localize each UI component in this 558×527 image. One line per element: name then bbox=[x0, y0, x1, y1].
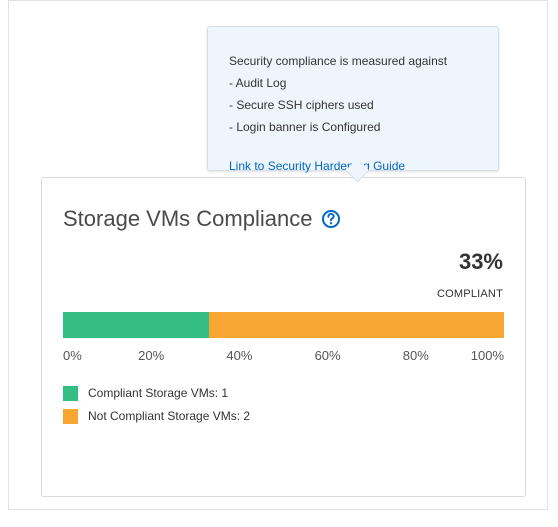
tooltip-text-line: Security compliance is measured against bbox=[229, 54, 448, 68]
legend-label: Not Compliant Storage VMs: 2 bbox=[88, 409, 251, 423]
compliance-percent: 33% bbox=[458, 249, 503, 274]
storage-vms-compliance-card: Storage VMs Compliance 33% COMPLIANT 0% … bbox=[41, 177, 526, 497]
security-compliance-tooltip: Security compliance is measured against … bbox=[207, 26, 499, 183]
compliance-bar bbox=[63, 312, 504, 338]
compliant-bar-segment bbox=[63, 312, 209, 338]
legend-item-compliant: Compliant Storage VMs: 1 bbox=[63, 384, 250, 402]
question-circle-icon[interactable] bbox=[321, 209, 341, 229]
legend: Compliant Storage VMs: 1 Not Compliant S… bbox=[63, 384, 250, 430]
not-compliant-bar-segment bbox=[209, 312, 504, 338]
axis-tick-label: 80% bbox=[402, 348, 429, 363]
card-title-text: Storage VMs Compliance bbox=[63, 206, 313, 231]
tooltip-text-line: - Audit Log bbox=[229, 76, 287, 90]
legend-swatch bbox=[63, 408, 78, 424]
axis-tick-label: 100% bbox=[470, 348, 504, 363]
tooltip-text-line: - Login banner is Configured bbox=[229, 120, 381, 134]
compliance-percent-label: COMPLIANT bbox=[437, 288, 503, 300]
legend-swatch bbox=[63, 385, 78, 401]
axis-tick-label: 60% bbox=[314, 348, 341, 363]
tooltip-text-line: - Secure SSH ciphers used bbox=[229, 98, 374, 112]
legend-item-not-compliant: Not Compliant Storage VMs: 2 bbox=[63, 407, 250, 425]
card-title: Storage VMs Compliance bbox=[63, 206, 341, 232]
legend-label: Compliant Storage VMs: 1 bbox=[88, 386, 229, 400]
axis-tick-label: 40% bbox=[226, 348, 253, 363]
axis-tick-label: 20% bbox=[138, 348, 165, 363]
axis-tick-label: 0% bbox=[63, 348, 82, 363]
